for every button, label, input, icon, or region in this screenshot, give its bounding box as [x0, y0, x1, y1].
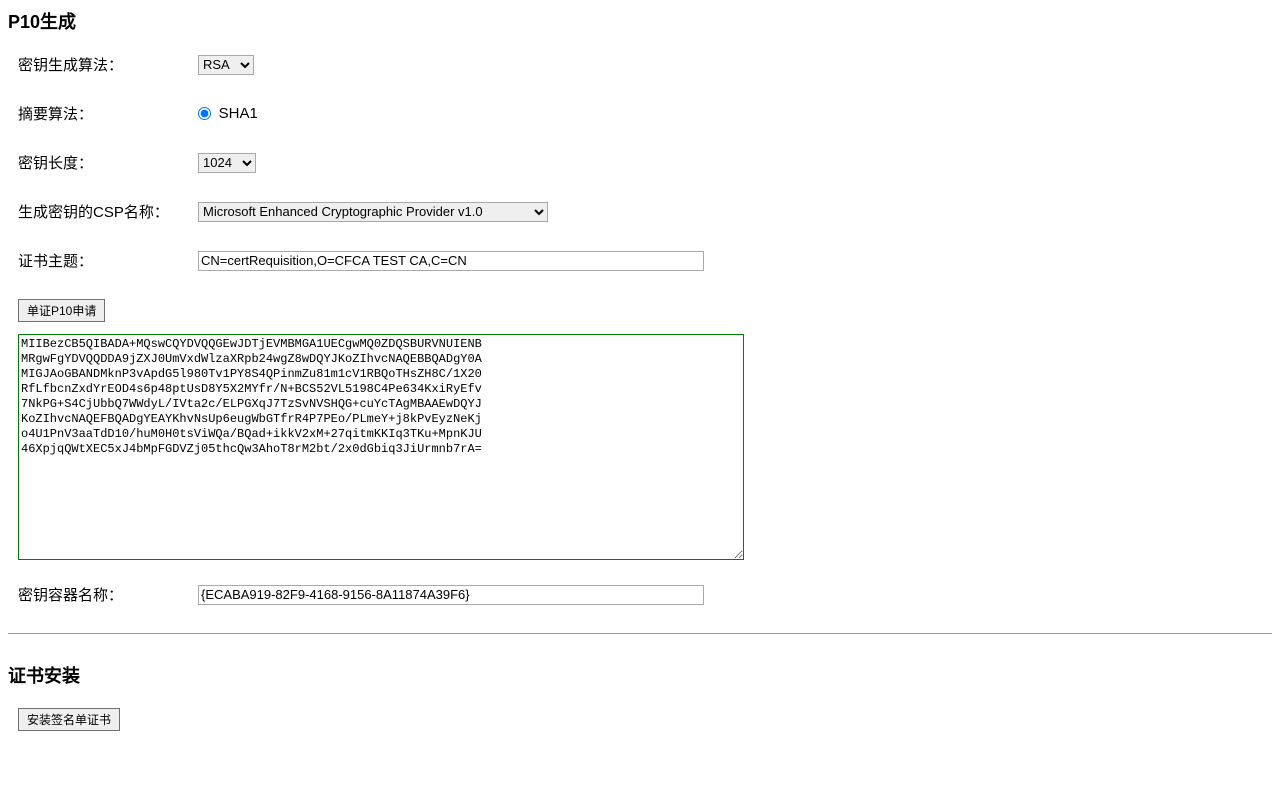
label-key-algorithm: 密钥生成算法： — [18, 54, 198, 75]
textarea-p10-output[interactable] — [18, 334, 744, 560]
label-container-name: 密钥容器名称： — [18, 584, 198, 605]
select-csp-name[interactable]: Microsoft Enhanced Cryptographic Provide… — [198, 202, 548, 222]
input-cert-subject[interactable] — [198, 251, 704, 271]
section-divider — [8, 633, 1272, 634]
label-cert-subject: 证书主题： — [18, 250, 198, 271]
button-apply-p10[interactable]: 单证P10申请 — [18, 299, 105, 322]
button-install-cert[interactable]: 安装签名单证书 — [18, 708, 120, 731]
select-key-algorithm[interactable]: RSA — [198, 55, 254, 75]
page-title-p10: P10生成 — [8, 8, 1272, 34]
label-digest-algorithm: 摘要算法： — [18, 103, 198, 124]
page-title-install: 证书安装 — [8, 662, 1272, 688]
select-key-length[interactable]: 1024 — [198, 153, 256, 173]
input-container-name[interactable] — [198, 585, 704, 605]
label-csp-name: 生成密钥的CSP名称： — [18, 201, 198, 222]
radio-label-sha1: SHA1 — [219, 105, 258, 122]
label-key-length: 密钥长度： — [18, 152, 198, 173]
radio-sha1[interactable] — [198, 107, 211, 120]
